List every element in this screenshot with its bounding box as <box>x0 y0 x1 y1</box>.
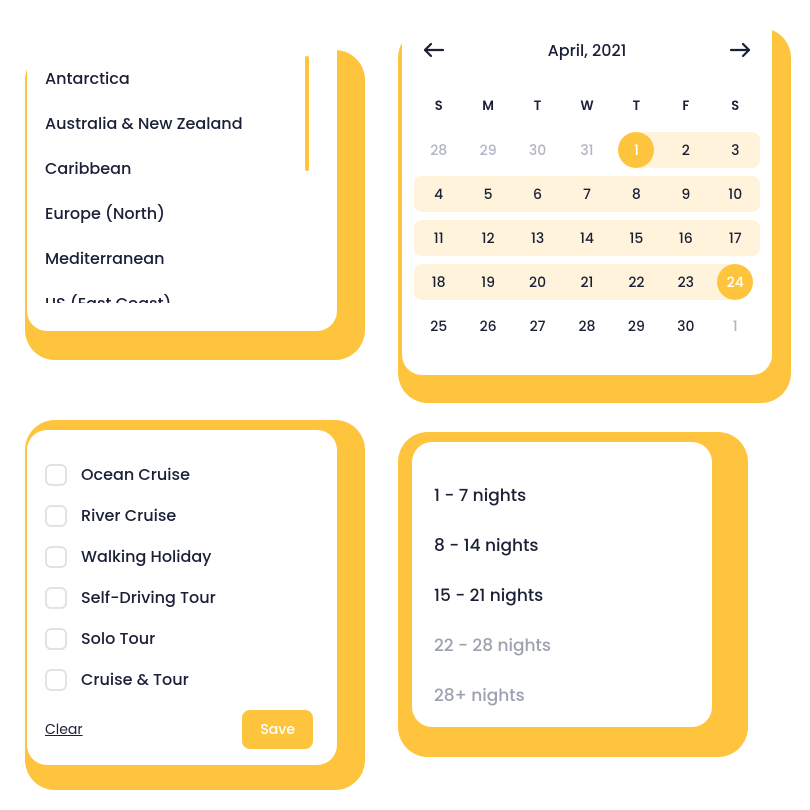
calendar-day[interactable]: 20 <box>513 260 562 304</box>
nights-option[interactable]: 8 - 14 nights <box>434 520 690 570</box>
nights-option: 22 - 28 nights <box>434 620 690 670</box>
checkbox[interactable] <box>45 587 67 609</box>
trip-type-label: Walking Holiday <box>81 544 211 569</box>
day-of-week-header: S <box>711 84 760 128</box>
arrow-right-icon <box>729 42 751 58</box>
day-of-week-header: M <box>463 84 512 128</box>
day-of-week-header: F <box>661 84 710 128</box>
calendar-day[interactable]: 18 <box>414 260 463 304</box>
calendar-day[interactable]: 25 <box>414 304 463 348</box>
trip-type-item[interactable]: Ocean Cruise <box>45 454 313 495</box>
calendar-day[interactable]: 6 <box>513 172 562 216</box>
calendar-day[interactable]: 14 <box>562 216 611 260</box>
trip-type-label: Solo Tour <box>81 626 155 651</box>
calendar-day[interactable]: 30 <box>661 304 710 348</box>
calendar-day[interactable]: 3 <box>711 128 760 172</box>
calendar-day[interactable]: 5 <box>463 172 512 216</box>
trip-type-item[interactable]: Self-Driving Tour <box>45 577 313 618</box>
arrow-left-icon <box>423 42 445 58</box>
destination-item[interactable]: Caribbean <box>45 146 309 191</box>
calendar-day[interactable]: 1 <box>612 128 661 172</box>
scrollbar[interactable] <box>305 56 309 171</box>
calendar-day[interactable]: 29 <box>612 304 661 348</box>
calendar-day[interactable]: 28 <box>562 304 611 348</box>
checkbox[interactable] <box>45 546 67 568</box>
destinations-panel: AntarcticaAustralia & New ZealandCaribbe… <box>27 26 337 331</box>
calendar-day[interactable]: 15 <box>612 216 661 260</box>
destination-item[interactable]: US (East Coast) <box>45 281 309 303</box>
nights-option[interactable]: 1 - 7 nights <box>434 470 690 520</box>
calendar-day[interactable]: 7 <box>562 172 611 216</box>
trip-type-label: River Cruise <box>81 503 176 528</box>
calendar-day[interactable]: 26 <box>463 304 512 348</box>
calendar-day[interactable]: 12 <box>463 216 512 260</box>
next-month-button[interactable] <box>726 36 754 64</box>
calendar-day[interactable]: 13 <box>513 216 562 260</box>
calendar-day[interactable]: 11 <box>414 216 463 260</box>
save-button[interactable]: Save <box>242 710 313 749</box>
checkbox[interactable] <box>45 628 67 650</box>
day-of-week-header: T <box>513 84 562 128</box>
day-of-week-header: S <box>414 84 463 128</box>
calendar-panel: April, 2021 SMTWTFS282930311234567891011… <box>402 12 772 375</box>
day-of-week-header: W <box>562 84 611 128</box>
calendar-day: 1 <box>711 304 760 348</box>
calendar-day: 30 <box>513 128 562 172</box>
calendar-day[interactable]: 27 <box>513 304 562 348</box>
calendar-day[interactable]: 23 <box>661 260 710 304</box>
calendar-day[interactable]: 8 <box>612 172 661 216</box>
calendar-day[interactable]: 10 <box>711 172 760 216</box>
calendar-day[interactable]: 24 <box>711 260 760 304</box>
nights-panel: 1 - 7 nights8 - 14 nights15 - 21 nights2… <box>412 442 712 727</box>
nights-option: 28+ nights <box>434 670 690 720</box>
calendar-day: 28 <box>414 128 463 172</box>
nights-option[interactable]: 15 - 21 nights <box>434 570 690 620</box>
calendar-title: April, 2021 <box>548 38 627 63</box>
trip-types-panel: Ocean Cruise River Cruise Walking Holiday S… <box>27 430 337 765</box>
day-of-week-header: T <box>612 84 661 128</box>
calendar-day[interactable]: 16 <box>661 216 710 260</box>
calendar-day[interactable]: 19 <box>463 260 512 304</box>
checkbox[interactable] <box>45 505 67 527</box>
destination-item[interactable]: Australia & New Zealand <box>45 101 309 146</box>
calendar-day[interactable]: 4 <box>414 172 463 216</box>
trip-type-label: Self-Driving Tour <box>81 585 216 610</box>
trip-type-item[interactable]: Cruise & Tour <box>45 659 313 700</box>
destination-item[interactable]: Antarctica <box>45 56 309 101</box>
trip-type-item[interactable]: Solo Tour <box>45 618 313 659</box>
calendar-day[interactable]: 9 <box>661 172 710 216</box>
calendar-day[interactable]: 21 <box>562 260 611 304</box>
trip-type-label: Cruise & Tour <box>81 667 189 692</box>
destination-item[interactable]: Europe (North) <box>45 191 309 236</box>
calendar-day[interactable]: 17 <box>711 216 760 260</box>
calendar-day[interactable]: 2 <box>661 128 710 172</box>
calendar-day[interactable]: 22 <box>612 260 661 304</box>
clear-button[interactable]: Clear <box>45 719 83 740</box>
checkbox[interactable] <box>45 669 67 691</box>
calendar-day: 29 <box>463 128 512 172</box>
checkbox[interactable] <box>45 464 67 486</box>
prev-month-button[interactable] <box>420 36 448 64</box>
trip-type-item[interactable]: River Cruise <box>45 495 313 536</box>
trip-type-item[interactable]: Walking Holiday <box>45 536 313 577</box>
trip-type-label: Ocean Cruise <box>81 462 190 487</box>
destination-item[interactable]: Mediterranean <box>45 236 309 281</box>
calendar-day: 31 <box>562 128 611 172</box>
